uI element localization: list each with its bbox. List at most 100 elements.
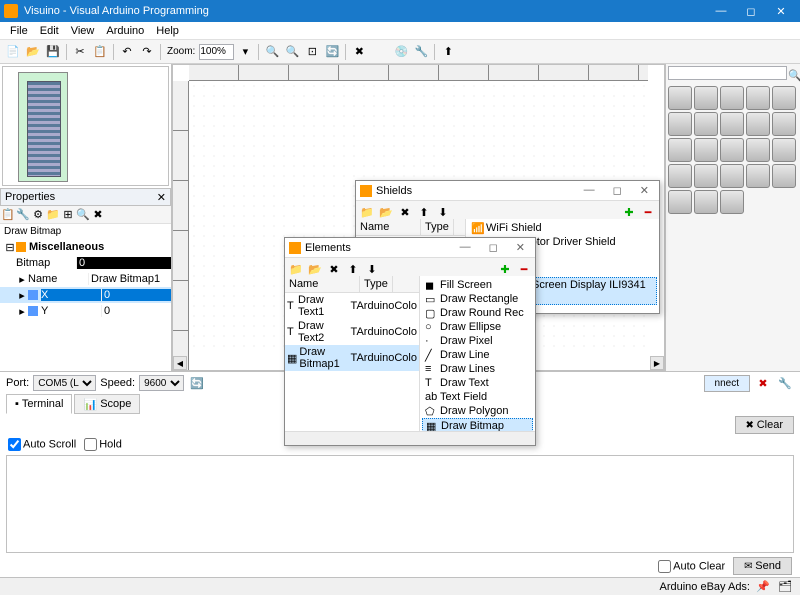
- scroll-left-icon[interactable]: ◀: [173, 356, 187, 370]
- dialog-maximize[interactable]: ◻: [607, 184, 628, 197]
- expand-icon[interactable]: ▸: [16, 305, 28, 318]
- ads-icon-2[interactable]: 🗂: [776, 578, 794, 596]
- palette-item[interactable]: [720, 86, 744, 110]
- dialog-close[interactable]: ✕: [510, 241, 531, 254]
- palette-item[interactable]: [694, 138, 718, 162]
- dialog-scrollbar[interactable]: [285, 431, 535, 445]
- menu-item[interactable]: TDraw Text: [422, 376, 533, 390]
- minimize-button[interactable]: —: [706, 5, 736, 18]
- list-row[interactable]: TDraw Text1TArduinoColo: [285, 293, 419, 319]
- close-button[interactable]: ✕: [766, 5, 796, 18]
- palette-item[interactable]: [746, 112, 770, 136]
- new-button[interactable]: 📄: [4, 43, 22, 61]
- menu-edit[interactable]: Edit: [34, 23, 65, 39]
- palette-item[interactable]: [746, 138, 770, 162]
- menu-item[interactable]: ○Draw Ellipse: [422, 320, 533, 334]
- auto-clear-checkbox[interactable]: Auto Clear: [658, 560, 725, 573]
- delete-icon[interactable]: ✖: [350, 43, 368, 61]
- menu-item[interactable]: ≡Draw Lines: [422, 362, 533, 376]
- list-row-selected[interactable]: ▦Draw Bitmap1TArduinoColo: [285, 345, 419, 371]
- palette-item[interactable]: [694, 164, 718, 188]
- palette-item[interactable]: [668, 112, 692, 136]
- prop-tool-7[interactable]: ✖: [91, 207, 105, 221]
- menu-item[interactable]: ⬠Draw Polygon: [422, 404, 533, 418]
- menu-item[interactable]: ▢Draw Round Rec: [422, 306, 533, 320]
- menu-item[interactable]: 📶WiFi Shield: [468, 221, 657, 235]
- expand-icon[interactable]: ▸: [16, 289, 28, 302]
- search-icon[interactable]: 🔍: [787, 66, 800, 84]
- menu-item[interactable]: ◼Fill Screen: [422, 278, 533, 292]
- speed-select[interactable]: 9600: [139, 375, 184, 391]
- palette-item[interactable]: [772, 164, 796, 188]
- palette-item[interactable]: [720, 190, 744, 214]
- expand-icon[interactable]: ⊟: [4, 241, 16, 254]
- send-button[interactable]: ✉ Send: [733, 557, 792, 575]
- palette-item[interactable]: [720, 138, 744, 162]
- prop-value[interactable]: 0: [101, 305, 171, 317]
- palette-item[interactable]: [668, 138, 692, 162]
- palette-item[interactable]: [694, 86, 718, 110]
- palette-search-input[interactable]: [668, 66, 787, 80]
- palette-item[interactable]: [668, 190, 692, 214]
- terminal-output[interactable]: [6, 455, 794, 553]
- port-select[interactable]: COM5 (L: [33, 375, 96, 391]
- menu-item[interactable]: ╱Draw Line: [422, 348, 533, 362]
- auto-scroll-checkbox[interactable]: Auto Scroll: [8, 438, 76, 451]
- prop-tool-3[interactable]: ⚙: [31, 207, 45, 221]
- zoom-dropdown[interactable]: ▾: [236, 43, 254, 61]
- cut-button[interactable]: ✂: [71, 43, 89, 61]
- prop-value[interactable]: Draw Bitmap1: [88, 273, 171, 285]
- dialog-close[interactable]: ✕: [634, 184, 655, 197]
- prop-tool-4[interactable]: 📁: [46, 207, 60, 221]
- list-row[interactable]: TDraw Text2TArduinoColo: [285, 319, 419, 345]
- palette-item[interactable]: [694, 190, 718, 214]
- prop-row[interactable]: ▸ Y 0: [0, 303, 171, 319]
- palette-item[interactable]: [668, 86, 692, 110]
- zoom-fit-icon[interactable]: ⊡: [303, 43, 321, 61]
- dialog-maximize[interactable]: ◻: [483, 241, 504, 254]
- upload-icon[interactable]: ⬆: [439, 43, 457, 61]
- menu-arduino[interactable]: Arduino: [100, 23, 150, 39]
- menu-item[interactable]: ▭Draw Rectangle: [422, 292, 533, 306]
- palette-item[interactable]: [668, 164, 692, 188]
- dialog-titlebar[interactable]: Elements — ◻ ✕: [285, 238, 535, 258]
- zoom-input[interactable]: [199, 44, 234, 60]
- prop-tool-1[interactable]: 📋: [1, 207, 15, 221]
- tab-terminal[interactable]: ▪ Terminal: [6, 394, 72, 414]
- palette-item[interactable]: [772, 138, 796, 162]
- expand-icon[interactable]: ▸: [16, 273, 28, 286]
- palette-item[interactable]: [694, 112, 718, 136]
- prop-tool-6[interactable]: 🔍: [76, 207, 90, 221]
- hold-checkbox[interactable]: Hold: [84, 438, 122, 451]
- zoom-in-icon[interactable]: 🔍: [263, 43, 281, 61]
- tab-scope[interactable]: 📊 Scope: [74, 394, 140, 414]
- disc-icon[interactable]: 💿: [392, 43, 410, 61]
- menu-item[interactable]: ·Draw Pixel: [422, 334, 533, 348]
- connect-button[interactable]: nnect: [704, 375, 750, 392]
- prop-value[interactable]: 0: [101, 289, 171, 301]
- prop-value[interactable]: 0: [76, 257, 171, 269]
- palette-item[interactable]: [772, 86, 796, 110]
- palette-item[interactable]: [720, 164, 744, 188]
- copy-button[interactable]: 📋: [91, 43, 109, 61]
- menu-file[interactable]: File: [4, 23, 34, 39]
- prop-row[interactable]: ▸ Name Draw Bitmap1: [0, 271, 171, 287]
- menu-item-selected[interactable]: ▦Draw Bitmap: [422, 418, 533, 431]
- zoom-out-icon[interactable]: 🔍: [283, 43, 301, 61]
- design-preview[interactable]: [2, 66, 169, 186]
- menu-help[interactable]: Help: [150, 23, 185, 39]
- settings-icon[interactable]: 🔧: [776, 374, 794, 392]
- ads-icon-1[interactable]: 📌: [754, 578, 772, 596]
- dialog-titlebar[interactable]: Shields — ◻ ✕: [356, 181, 659, 201]
- prop-row-category[interactable]: ⊟ Miscellaneous: [0, 239, 171, 255]
- palette-item[interactable]: [772, 112, 796, 136]
- disconnect-icon[interactable]: ✖: [754, 374, 772, 392]
- save-button[interactable]: 💾: [44, 43, 62, 61]
- undo-button[interactable]: ↶: [118, 43, 136, 61]
- clear-button[interactable]: ✖ Clear: [735, 416, 794, 434]
- prop-tool-2[interactable]: 🔧: [16, 207, 30, 221]
- redo-button[interactable]: ↷: [138, 43, 156, 61]
- scroll-right-icon[interactable]: ▶: [650, 356, 664, 370]
- panel-close-icon[interactable]: ✕: [157, 191, 166, 204]
- dialog-minimize[interactable]: —: [454, 241, 477, 254]
